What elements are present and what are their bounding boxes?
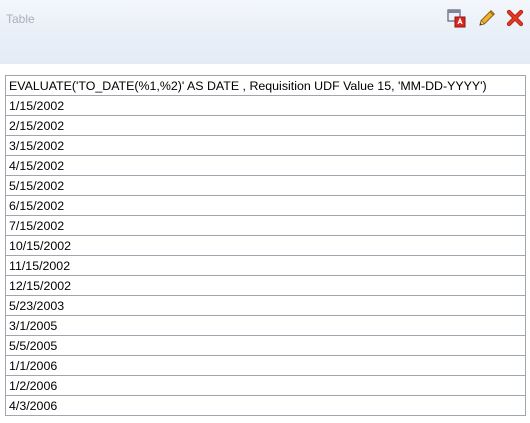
- table-cell: 5/5/2005: [5, 335, 526, 356]
- edit-pencil-icon: [479, 9, 496, 26]
- table-cell: 11/15/2002: [5, 255, 526, 276]
- table-cell: 5/15/2002: [5, 175, 526, 196]
- table-row: 11/15/2002: [5, 255, 526, 276]
- table-cell: 6/15/2002: [5, 195, 526, 216]
- table-cell: 7/15/2002: [5, 215, 526, 236]
- table-cell: 5/23/2003: [5, 295, 526, 316]
- table-cell: 1/2/2006: [5, 375, 526, 396]
- close-button[interactable]: [504, 7, 526, 29]
- table-row: 1/15/2002: [5, 95, 526, 116]
- table-cell: 12/15/2002: [5, 275, 526, 296]
- table-view-header: Table: [0, 0, 530, 64]
- export-button[interactable]: [446, 7, 468, 29]
- table-row: 12/15/2002: [5, 275, 526, 296]
- results-table: EVALUATE('TO_DATE(%1,%2)' AS DATE , Requ…: [5, 75, 526, 416]
- table-row: 6/15/2002: [5, 195, 526, 216]
- table-cell: 4/15/2002: [5, 155, 526, 176]
- table-cell: 4/3/2006: [5, 395, 526, 416]
- table-row: 3/1/2005: [5, 315, 526, 336]
- table-row: 5/15/2002: [5, 175, 526, 196]
- table-cell: 1/1/2006: [5, 355, 526, 376]
- table-cell: 3/15/2002: [5, 135, 526, 156]
- table-row: 3/15/2002: [5, 135, 526, 156]
- table-row: 7/15/2002: [5, 215, 526, 236]
- table-row: 2/15/2002: [5, 115, 526, 136]
- table-container: EVALUATE('TO_DATE(%1,%2)' AS DATE , Requ…: [5, 75, 529, 423]
- table-cell: 2/15/2002: [5, 115, 526, 136]
- table-cell: 3/1/2005: [5, 315, 526, 336]
- column-header[interactable]: EVALUATE('TO_DATE(%1,%2)' AS DATE , Requ…: [5, 75, 526, 96]
- table-row: 5/5/2005: [5, 335, 526, 356]
- export-icon: [447, 9, 466, 28]
- table-cell: 10/15/2002: [5, 235, 526, 256]
- table-row: 4/3/2006: [5, 395, 526, 416]
- header-row: EVALUATE('TO_DATE(%1,%2)' AS DATE , Requ…: [5, 75, 526, 96]
- table-cell: 1/15/2002: [5, 95, 526, 116]
- edit-button[interactable]: [475, 7, 497, 29]
- table-row: 1/2/2006: [5, 375, 526, 396]
- table-row: 10/15/2002: [5, 235, 526, 256]
- table-row: 5/23/2003: [5, 295, 526, 316]
- close-x-icon: [506, 9, 524, 27]
- table-row: 4/15/2002: [5, 155, 526, 176]
- table-row: 1/1/2006: [5, 355, 526, 376]
- view-title: Table: [6, 12, 35, 26]
